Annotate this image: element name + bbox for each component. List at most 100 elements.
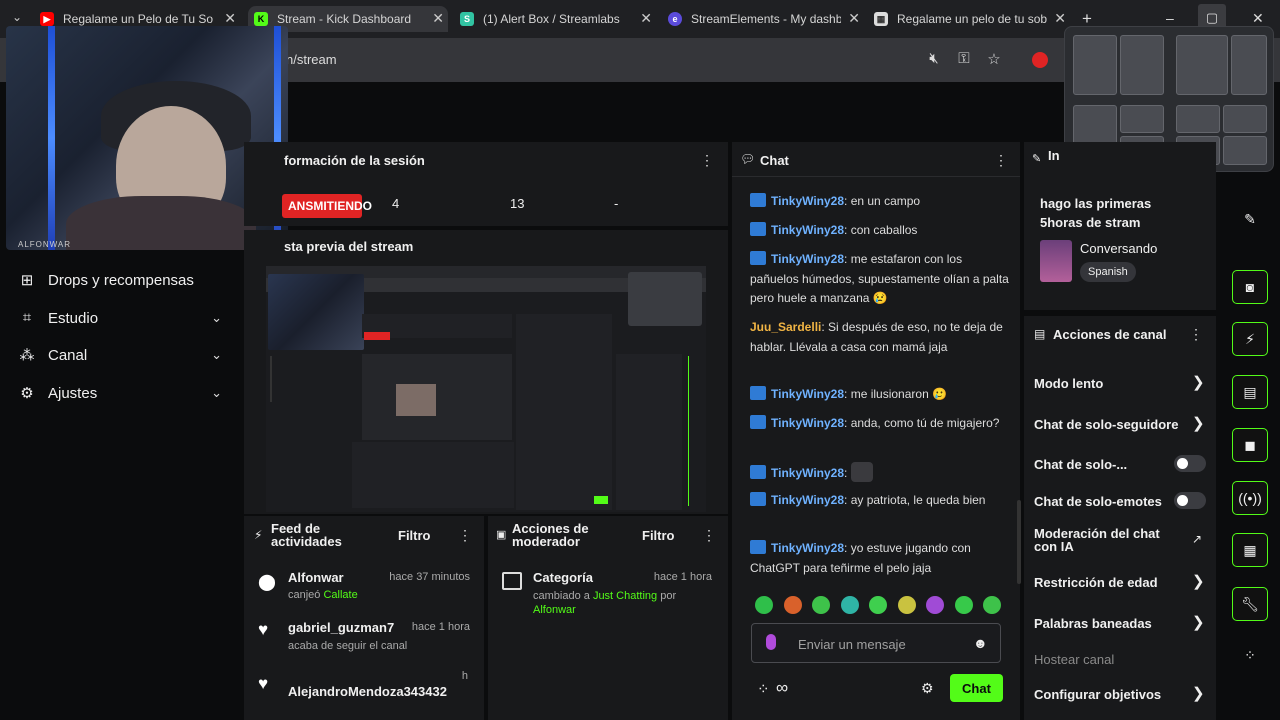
password-key-icon[interactable]: ⚿: [954, 50, 974, 70]
sidebar-item-ajustes[interactable]: ⚙ Ajustes ⌄: [18, 380, 228, 406]
browser-tab-page[interactable]: ▦ Regalame un pelo de tu sob ✕: [874, 6, 1070, 32]
action-banned-words[interactable]: Palabras baneadas: [1034, 616, 1152, 631]
close-window-button[interactable]: ✕: [1252, 10, 1264, 27]
snap-zone[interactable]: [1073, 35, 1117, 95]
preview-live-badge: [364, 332, 390, 340]
emote-button[interactable]: [783, 596, 802, 614]
close-tab-icon[interactable]: ✕: [848, 10, 860, 27]
rail-lightning-icon[interactable]: ⚡︎: [1232, 322, 1268, 356]
action-slow-mode[interactable]: Modo lento: [1034, 376, 1103, 391]
action-age-restriction[interactable]: Restricción de edad: [1034, 575, 1158, 590]
minimize-button[interactable]: –: [1166, 10, 1174, 26]
close-tab-icon[interactable]: ✕: [224, 10, 236, 27]
close-tab-icon[interactable]: ✕: [640, 10, 652, 27]
close-tab-icon[interactable]: ✕: [432, 10, 444, 27]
rail-wrench-icon[interactable]: 🔧︎: [1232, 587, 1268, 621]
snap-zone[interactable]: [1120, 35, 1164, 95]
chat-scrollbar[interactable]: [1017, 500, 1021, 584]
chat-username[interactable]: TinkyWiny28: [771, 252, 844, 266]
subs-only-toggle[interactable]: [1174, 455, 1206, 472]
chevron-right-icon[interactable]: ❯: [1192, 572, 1205, 590]
chat-username[interactable]: TinkyWiny28: [771, 223, 844, 237]
emote-button[interactable]: [954, 596, 973, 614]
more-options-icon[interactable]: ⋮: [458, 527, 472, 544]
bookmark-star-icon[interactable]: ☆: [984, 50, 1004, 70]
mod-user-link[interactable]: Alfonwar: [533, 604, 576, 616]
action-emotes-only[interactable]: Chat de solo-emotes: [1034, 494, 1162, 509]
send-chat-button[interactable]: Chat: [950, 674, 1003, 702]
extension-icon[interactable]: [1032, 52, 1048, 68]
action-ai-moderation[interactable]: Moderación del chat con IA: [1034, 527, 1174, 553]
chevron-right-icon[interactable]: ❯: [1192, 373, 1205, 391]
rail-kicks-icon[interactable]: ⁘: [1232, 638, 1268, 672]
rail-layout-icon[interactable]: ▦: [1232, 533, 1268, 567]
mod-category-link[interactable]: Just Chatting: [593, 590, 657, 602]
emote-button[interactable]: [926, 596, 944, 614]
feed-filter-button[interactable]: Filtro: [398, 528, 431, 543]
sidebar-item-estudio[interactable]: ⌗ Estudio ⌄: [18, 305, 228, 331]
edit-layout-pencil-icon[interactable]: ✎: [1232, 202, 1268, 236]
led-strip: [48, 26, 55, 250]
snap-zone[interactable]: [1120, 105, 1164, 133]
emote-button[interactable]: [983, 596, 1001, 614]
chevron-right-icon[interactable]: ❯: [1192, 613, 1205, 631]
close-tab-icon[interactable]: ✕: [1054, 10, 1066, 27]
mute-tab-icon[interactable]: 🔇︎: [924, 50, 944, 70]
page-icon: ▦: [874, 12, 888, 26]
kick-badge-icon: [750, 465, 766, 479]
more-options-icon[interactable]: ⋮: [1189, 326, 1203, 343]
chevron-right-icon[interactable]: ❯: [1192, 414, 1205, 432]
microphone-icon[interactable]: [766, 634, 776, 650]
tab-list-chevron-icon[interactable]: ⌄: [12, 10, 22, 24]
category-name[interactable]: Conversando: [1080, 241, 1157, 256]
feed-item-name[interactable]: AlejandroMendoza343432: [288, 684, 447, 699]
chat-username[interactable]: TinkyWiny28: [771, 194, 844, 208]
more-options-icon[interactable]: ⋮: [994, 152, 1008, 169]
chat-username[interactable]: TinkyWiny28: [771, 466, 844, 480]
session-stat: -: [614, 196, 619, 211]
snap-zone[interactable]: [1231, 35, 1267, 95]
feed-item-name[interactable]: gabriel_guzman7: [288, 620, 394, 635]
chat-username[interactable]: TinkyWiny28: [771, 541, 844, 555]
rail-camera-icon[interactable]: ◙: [1232, 270, 1268, 304]
browser-tab-streamlabs[interactable]: S (1) Alert Box / Streamlabs ✕: [460, 6, 656, 32]
emote-button[interactable]: [897, 596, 916, 614]
lightning-icon: ⚡︎: [254, 528, 263, 542]
action-configure-goals[interactable]: Configurar objetivos: [1034, 687, 1161, 702]
external-link-icon[interactable]: ↗: [1192, 532, 1202, 546]
action-subs-only[interactable]: Chat de solo-...: [1034, 457, 1127, 472]
browser-tab-streamelements[interactable]: e StreamElements - My dashb ✕: [668, 6, 864, 32]
snap-zone[interactable]: [1223, 136, 1267, 165]
preview-webcam: [268, 274, 364, 350]
feed-item-name[interactable]: Alfonwar: [288, 570, 344, 585]
url-field[interactable]: n/stream: [286, 52, 337, 67]
infinity-icon[interactable]: ∞: [776, 678, 788, 698]
chat-username[interactable]: TinkyWiny28: [771, 493, 844, 507]
emote-button[interactable]: [755, 596, 773, 614]
chat-username[interactable]: TinkyWiny28: [771, 387, 844, 401]
emote-button[interactable]: [869, 596, 887, 614]
sidebar-item-canal[interactable]: ⁂ Canal ⌄: [18, 342, 228, 368]
stream-preview-video[interactable]: [266, 266, 706, 512]
more-options-icon[interactable]: ⋮: [700, 152, 714, 169]
more-options-icon[interactable]: ⋮: [702, 527, 716, 544]
sidebar-item-drops[interactable]: ⊞ Drops y recompensas: [18, 267, 228, 293]
mod-filter-button[interactable]: Filtro: [642, 528, 675, 543]
snap-zone[interactable]: [1176, 35, 1228, 95]
snap-zone[interactable]: [1176, 105, 1220, 133]
emoji-picker-icon[interactable]: ☻: [973, 635, 988, 651]
emote-button[interactable]: [840, 596, 859, 614]
rail-broadcast-icon[interactable]: ((•)): [1232, 481, 1268, 515]
emote-button[interactable]: [812, 596, 830, 614]
rail-document-icon[interactable]: ▤: [1232, 375, 1268, 409]
action-followers-only[interactable]: Chat de solo-seguidore: [1034, 417, 1184, 432]
gift-icon: ⊞: [20, 272, 34, 289]
emotes-only-toggle[interactable]: [1174, 492, 1206, 509]
rail-chat-icon[interactable]: ◼: [1232, 428, 1268, 462]
snap-zone[interactable]: [1223, 105, 1267, 133]
chat-username[interactable]: Juu_Sardelli: [750, 320, 821, 334]
kicks-icon[interactable]: ⁘: [757, 680, 770, 698]
chat-settings-gear-icon[interactable]: ⚙: [921, 680, 934, 697]
chat-username[interactable]: TinkyWiny28: [771, 416, 844, 430]
chevron-right-icon[interactable]: ❯: [1192, 684, 1205, 702]
